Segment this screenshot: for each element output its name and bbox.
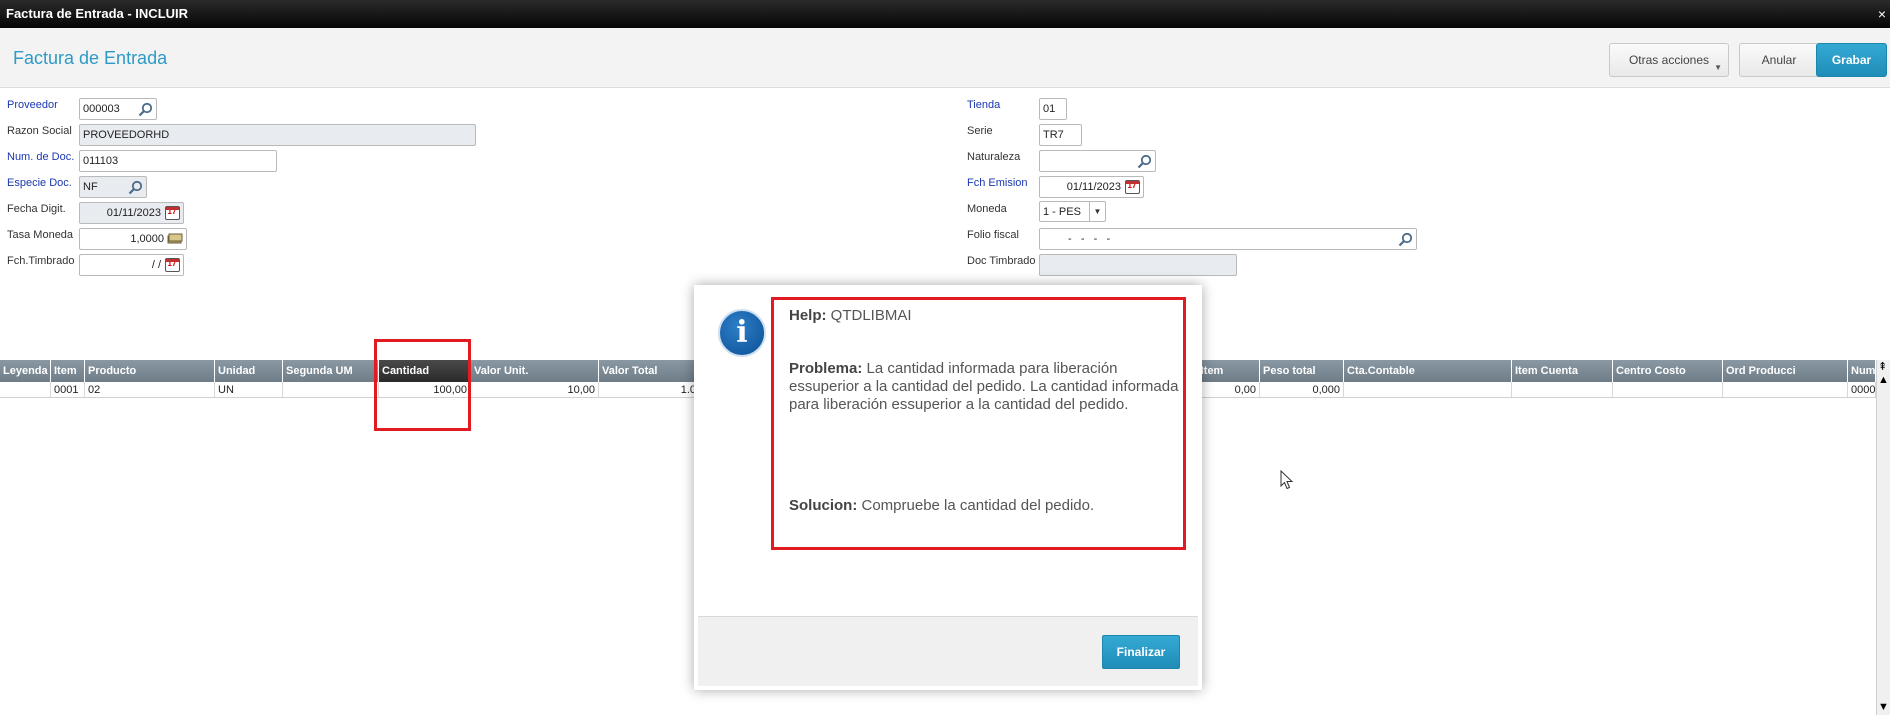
grid-header[interactable]: Peso total [1260,360,1344,382]
grid-cell[interactable]: 10,00 [471,382,599,398]
tasa-label: Tasa Moneda [7,229,74,241]
numdoc-field[interactable]: 011103 [79,150,277,172]
highlight-box [771,297,1186,550]
folio-label: Folio fiscal [967,229,1019,241]
grid-cell[interactable] [1512,382,1613,398]
grid-header[interactable]: Valor Unit. [471,360,599,382]
grid-header[interactable]: Unidad [215,360,283,382]
fechadigit-value: 01/11/2023 [106,207,161,219]
grid-header[interactable]: Segunda UM [283,360,379,382]
naturaleza-field[interactable] [1039,150,1156,172]
fechadigit-field[interactable]: 01/11/2023 17 [79,202,184,224]
money-icon[interactable] [166,230,184,248]
doctimbrado-field[interactable] [1039,254,1237,276]
grid-header[interactable]: Valor Total [599,360,700,382]
fchtimbrado-label: Fch.Timbrado [7,255,75,267]
grid-cell[interactable] [1613,382,1723,398]
especie-value: NF [83,181,98,193]
folio-field[interactable]: - - - - [1039,228,1417,250]
dialog-footer: Finalizar [698,616,1198,686]
especie-field[interactable]: NF [79,176,147,198]
numdoc-label: Num. de Doc. [7,151,75,163]
grid-cell[interactable]: 1.0 [599,382,700,398]
fchemision-value: 01/11/2023 [1066,181,1121,193]
serie-label: Serie [967,125,993,137]
close-icon[interactable]: × [1878,0,1886,28]
fchtimbrado-field[interactable]: / / 17 [79,254,184,276]
page-title: Factura de Entrada [13,48,168,68]
search-icon[interactable] [126,178,144,196]
finalize-button[interactable]: Finalizar [1102,635,1180,669]
razon-label: Razon Social [7,125,72,137]
grid-cell[interactable]: 0000 [1848,382,1876,398]
grid-cell[interactable]: UN [215,382,283,398]
grid-cell[interactable] [283,382,379,398]
grid-header[interactable]: t.Item [1194,360,1260,382]
info-icon: i [718,309,766,357]
grid-cell[interactable]: 0,000 [1260,382,1344,398]
search-icon[interactable] [1135,152,1153,170]
grid-cell[interactable]: 02 [85,382,215,398]
doctimbrado-label: Doc Timbrado [967,255,1036,267]
folio-value: - - - - [1068,233,1111,245]
grid-header[interactable]: Item Cuenta [1512,360,1613,382]
grid-header[interactable]: Item [51,360,85,382]
naturaleza-label: Naturaleza [967,151,1021,163]
grid-cell[interactable] [0,382,51,398]
fechadigit-label: Fecha Digit. [7,203,66,215]
proveedor-value: 000003 [83,103,120,115]
window-title: Factura de Entrada - INCLUIR [6,6,189,21]
save-button[interactable]: Grabar [1816,43,1887,77]
grid-header[interactable]: Leyenda [0,360,51,382]
grid-cell[interactable]: 0001 [51,382,85,398]
tienda-field[interactable]: 01 [1039,98,1067,120]
grid-scrollbar[interactable]: ⇞ ▲ ▼ [1876,360,1890,715]
page-header: Factura de Entrada [0,28,1890,88]
moneda-select[interactable]: 1 - PES ▼ [1039,201,1106,222]
serie-field[interactable]: TR7 [1039,124,1082,146]
grid-header[interactable]: Num [1848,360,1876,382]
chevron-down-icon: ▼ [1714,63,1722,72]
calendar-icon[interactable]: 17 [163,204,181,222]
grid-cell[interactable] [1723,382,1848,398]
window-titlebar: Factura de Entrada - INCLUIR × [0,0,1890,28]
proveedor-field[interactable]: 000003 [79,98,157,120]
search-icon[interactable] [1396,230,1414,248]
other-actions-label: Otras acciones [1628,53,1710,67]
calendar-icon[interactable]: 17 [163,256,181,274]
moneda-label: Moneda [967,203,1007,215]
fchtimbrado-value: / / [151,259,161,271]
search-icon[interactable] [136,100,154,118]
calendar-icon[interactable]: 17 [1123,178,1141,196]
cursor-icon [1280,470,1294,490]
other-actions-button[interactable]: Otras acciones ▼ [1609,43,1729,77]
proveedor-label: Proveedor [7,99,58,111]
fchemision-label: Fch Emision [967,177,1028,189]
especie-label: Especie Doc. [7,177,72,189]
scroll-top-icon[interactable]: ⇞ [1878,362,1887,373]
grid-cell[interactable]: 0,00 [1194,382,1260,398]
grid-header[interactable]: Ord Producci [1723,360,1848,382]
tasa-value: 1,0000 [130,233,164,245]
scroll-down-icon[interactable]: ▼ [1878,702,1889,713]
grid-cell[interactable] [1344,382,1512,398]
tienda-label: Tienda [967,99,1001,111]
grid-header[interactable]: Producto [85,360,215,382]
fchemision-field[interactable]: 01/11/2023 17 [1039,176,1144,198]
grid-header[interactable]: Cta.Contable [1344,360,1512,382]
moneda-value: 1 - PES [1043,206,1081,218]
scroll-up-icon[interactable]: ▲ [1878,375,1889,386]
razon-field[interactable]: PROVEEDORHD [79,124,476,146]
tasa-field[interactable]: 1,0000 [79,228,187,250]
cancel-button[interactable]: Anular [1739,43,1819,77]
grid-header[interactable]: Centro Costo [1613,360,1723,382]
highlight-box [374,339,471,431]
chevron-down-icon[interactable]: ▼ [1089,202,1105,221]
